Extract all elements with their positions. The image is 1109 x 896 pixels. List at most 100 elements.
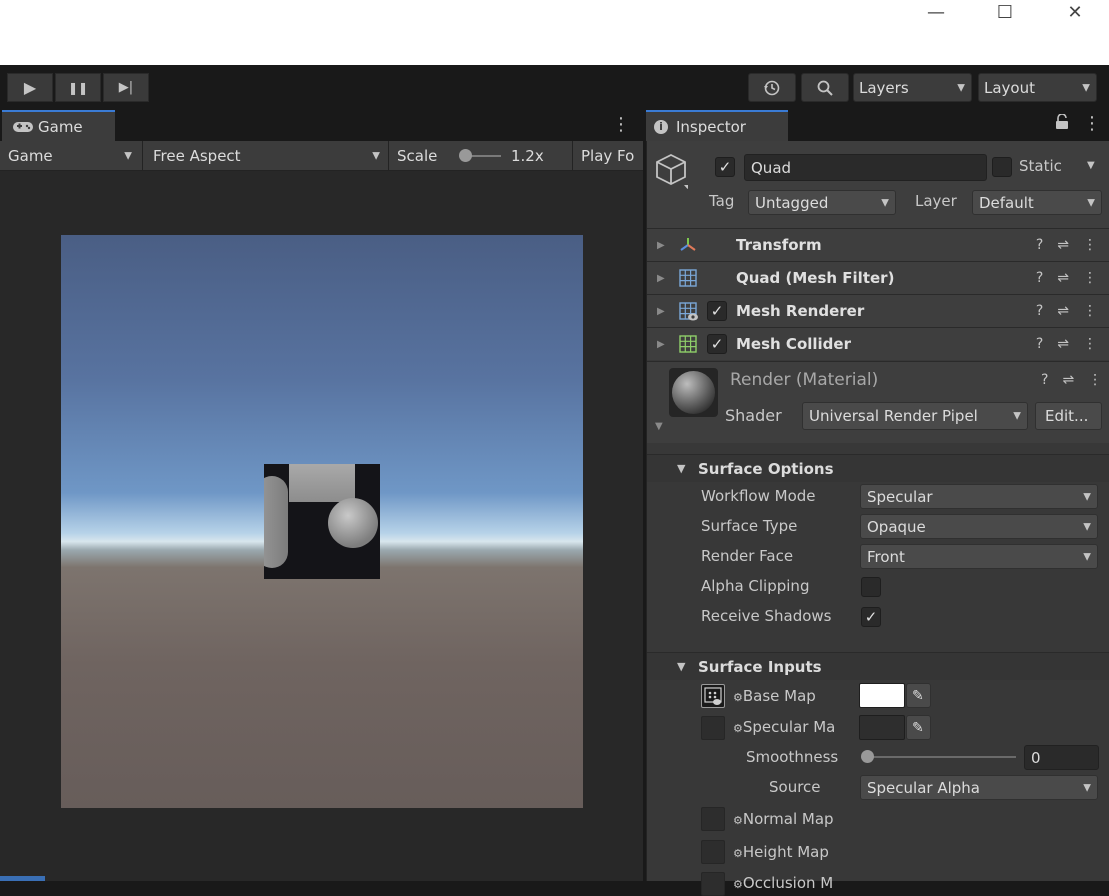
material-sphere-icon	[672, 371, 715, 414]
shader-edit-button[interactable]: Edit...	[1035, 402, 1102, 430]
texture-icon	[704, 687, 722, 705]
layout-dropdown[interactable]: Layout ▼	[978, 73, 1097, 102]
static-checkbox[interactable]	[992, 157, 1012, 177]
alpha-clipping-label: Alpha Clipping	[701, 577, 810, 595]
help-icon[interactable]: ?	[1036, 336, 1043, 352]
base-map-color-picker[interactable]: ✎	[906, 683, 931, 708]
cube-shape	[289, 464, 355, 502]
workflow-mode-dropdown[interactable]: Specular ▼	[860, 484, 1098, 509]
fold-arrow-icon[interactable]: ▶	[657, 306, 665, 317]
normal-map-texture-slot[interactable]	[701, 807, 725, 831]
scale-control[interactable]: Scale 1.2x	[389, 141, 573, 171]
play-focused-dropdown[interactable]: Play Fo	[573, 141, 643, 171]
inspector-menu-icon[interactable]: ⋮	[1083, 113, 1101, 134]
component-transform[interactable]: ▶ Transform ? ⇌ ⋮	[647, 228, 1109, 261]
scale-value: 1.2x	[511, 147, 544, 165]
workflow-mode-value: Specular	[867, 487, 933, 506]
help-icon[interactable]: ?	[1036, 270, 1043, 286]
surface-type-dropdown[interactable]: Opaque ▼	[860, 514, 1098, 539]
presets-icon[interactable]: ⇌	[1057, 336, 1069, 352]
tag-dropdown[interactable]: Untagged ▼	[748, 190, 896, 215]
lock-button[interactable]	[1055, 113, 1071, 132]
static-dropdown-caret-icon[interactable]: ▼	[1087, 160, 1095, 171]
component-menu-icon[interactable]: ⋮	[1083, 270, 1097, 286]
aspect-dropdown[interactable]: Free Aspect ▼	[145, 141, 389, 171]
maximize-button[interactable]: ☐	[987, 0, 1023, 30]
surface-type-label: Surface Type	[701, 517, 798, 535]
close-button[interactable]: ✕	[1057, 0, 1093, 30]
material-menu-icon[interactable]: ⋮	[1088, 372, 1102, 388]
pause-button[interactable]: ❚❚	[55, 73, 101, 102]
active-checkbox[interactable]: ✓	[715, 157, 735, 177]
component-mesh-renderer[interactable]: ▶ ✓ Mesh Renderer ? ⇌ ⋮	[647, 294, 1109, 327]
specular-map-color-swatch[interactable]	[859, 715, 905, 740]
normal-map-label: ⚙Normal Map	[733, 810, 834, 828]
source-dropdown[interactable]: Specular Alpha ▼	[860, 775, 1098, 800]
play-button[interactable]: ▶	[7, 73, 53, 102]
help-icon[interactable]: ?	[1036, 303, 1043, 319]
presets-icon[interactable]: ⇌	[1062, 372, 1074, 388]
help-icon[interactable]: ?	[1036, 237, 1043, 253]
game-panel-menu-icon[interactable]: ⋮	[612, 114, 630, 135]
caret-down-icon: ▼	[1083, 551, 1091, 562]
base-map-color-swatch[interactable]	[859, 683, 905, 708]
display-dropdown[interactable]: Game ▼	[0, 141, 143, 171]
smoothness-slider-track[interactable]	[866, 756, 1016, 758]
game-viewport[interactable]	[61, 235, 583, 808]
gameobject-icon[interactable]	[654, 152, 691, 196]
fold-arrow-icon[interactable]: ▶	[657, 240, 665, 251]
lock-icon	[1056, 113, 1068, 129]
height-map-texture-slot[interactable]	[701, 840, 725, 864]
specular-map-texture-slot[interactable]	[701, 716, 725, 740]
search-button[interactable]	[801, 73, 849, 102]
specular-map-color-picker[interactable]: ✎	[906, 715, 931, 740]
fold-arrow-icon[interactable]: ▶	[657, 273, 665, 284]
section-surface-options[interactable]: ▼ Surface Options	[647, 454, 1109, 482]
history-icon	[764, 80, 780, 95]
presets-icon[interactable]: ⇌	[1057, 303, 1069, 319]
component-menu-icon[interactable]: ⋮	[1083, 336, 1097, 352]
tag-value: Untagged	[755, 193, 829, 212]
base-map-texture-slot[interactable]	[701, 684, 725, 708]
component-mesh-collider[interactable]: ▶ ✓ Mesh Collider ? ⇌ ⋮	[647, 327, 1109, 360]
section-surface-inputs[interactable]: ▼ Surface Inputs	[647, 652, 1109, 680]
fold-open-icon[interactable]: ▼	[677, 660, 685, 673]
caret-down-icon: ▼	[1083, 491, 1091, 502]
material-preview[interactable]	[669, 368, 718, 417]
component-label: Quad (Mesh Filter)	[736, 269, 895, 287]
info-icon: i	[654, 119, 668, 134]
material-fold-icon[interactable]: ▼	[655, 421, 663, 432]
caret-down-icon: ▼	[124, 150, 132, 162]
help-icon[interactable]: ?	[1041, 372, 1048, 388]
layers-dropdown[interactable]: Layers ▼	[853, 73, 972, 102]
presets-icon[interactable]: ⇌	[1057, 237, 1069, 253]
step-button[interactable]: ▶|	[103, 73, 149, 102]
minimize-button[interactable]: —	[918, 0, 954, 30]
display-label: Game	[8, 147, 53, 165]
render-face-dropdown[interactable]: Front ▼	[860, 544, 1098, 569]
horizontal-scrollbar[interactable]	[0, 876, 45, 881]
component-menu-icon[interactable]: ⋮	[1083, 237, 1097, 253]
mesh-renderer-enabled-checkbox[interactable]: ✓	[707, 301, 727, 321]
mesh-collider-enabled-checkbox[interactable]: ✓	[707, 334, 727, 354]
caret-down-icon: ▼	[957, 82, 965, 93]
alpha-clipping-checkbox[interactable]	[861, 577, 881, 597]
surface-type-value: Opaque	[867, 517, 926, 536]
layer-dropdown[interactable]: Default ▼	[972, 190, 1102, 215]
fold-arrow-icon[interactable]: ▶	[657, 339, 665, 350]
presets-icon[interactable]: ⇌	[1057, 270, 1069, 286]
receive-shadows-checkbox[interactable]: ✓	[861, 607, 881, 627]
smoothness-slider-thumb[interactable]	[861, 750, 874, 763]
history-button[interactable]	[748, 73, 796, 102]
smoothness-input[interactable]: 0	[1024, 745, 1099, 770]
fold-open-icon[interactable]: ▼	[677, 462, 685, 475]
render-texture-quad	[264, 464, 380, 579]
component-mesh-filter[interactable]: ▶ Quad (Mesh Filter) ? ⇌ ⋮	[647, 261, 1109, 294]
component-menu-icon[interactable]: ⋮	[1083, 303, 1097, 319]
tab-game[interactable]: Game	[2, 110, 115, 141]
occlusion-map-texture-slot[interactable]	[701, 872, 725, 896]
scale-slider-thumb[interactable]	[459, 149, 472, 162]
shader-dropdown[interactable]: Universal Render Pipel ▼	[802, 402, 1028, 430]
tab-inspector[interactable]: i Inspector	[646, 110, 788, 141]
object-name-field[interactable]: Quad	[744, 154, 987, 181]
